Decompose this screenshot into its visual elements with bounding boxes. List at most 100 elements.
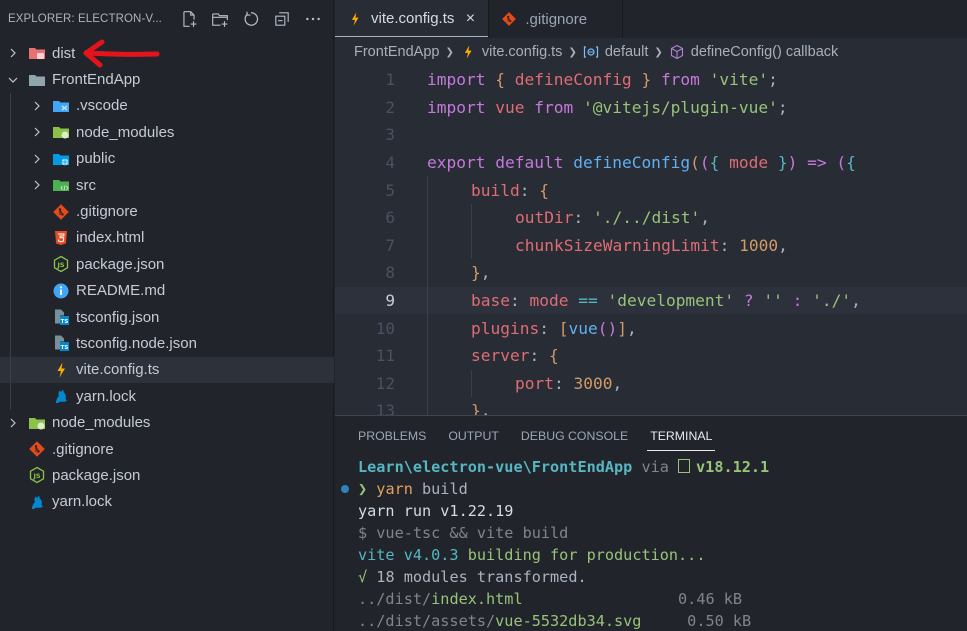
terminal-text: 18 modules transformed. (367, 568, 587, 586)
code-line[interactable]: 12 port: 3000, (335, 369, 967, 398)
tree-file-tsconfig-node-json[interactable]: TS tsconfig.node.json (0, 330, 334, 356)
git-icon (501, 11, 517, 27)
code-line[interactable]: 11 server: { (335, 341, 967, 370)
tree-file-yarn-lock[interactable]: yarn.lock (0, 383, 334, 409)
code-line[interactable]: 1 import { defineConfig } from 'vite'; (335, 66, 967, 94)
code-token: 'development' (607, 291, 735, 311)
code-token: : (573, 208, 593, 228)
chevron-right-icon[interactable] (6, 416, 20, 430)
code-token: ] (617, 318, 627, 338)
tree-folder-dist[interactable]: dist (0, 40, 334, 66)
code-line[interactable]: 9 base: mode == 'development' ? '' : './'… (335, 286, 967, 315)
tree-file-vite-config-ts[interactable]: vite.config.ts (0, 356, 334, 384)
close-tab-icon[interactable]: × (462, 10, 478, 27)
chevron-right-icon[interactable] (30, 178, 44, 192)
tree-folder-frontendapp[interactable]: FrontEndApp (0, 66, 334, 92)
tree-file-yarn-lock[interactable]: yarn.lock (0, 489, 334, 515)
chevron-down-icon[interactable] (6, 73, 20, 87)
code-line[interactable]: 6 outDir: './../dist', (335, 203, 967, 232)
tree-file-gitignore[interactable]: .gitignore (0, 436, 334, 462)
code-line[interactable]: 5 build: { (335, 176, 967, 204)
code-editor[interactable]: 1 import { defineConfig } from 'vite'; 2 im… (335, 66, 967, 425)
tab-gitignore[interactable]: .gitignore (489, 0, 624, 38)
code-text: outDir: './../dist', (395, 208, 710, 227)
code-text: }, (395, 263, 491, 282)
code-line[interactable]: 10 plugins: [vue()], (335, 314, 967, 342)
code-token: from (534, 97, 574, 117)
code-token: ? (743, 291, 754, 311)
indent-guide (427, 231, 428, 260)
terminal-text: via (632, 458, 679, 476)
svg-text:JS: JS (32, 472, 40, 480)
code-line[interactable]: 2 import vue from '@vitejs/plugin-vue'; (335, 94, 967, 122)
tree-file-tsconfig-json[interactable]: TS tsconfig.json (0, 304, 334, 330)
breadcrumb-item-defineconfig-callback[interactable]: defineConfig() callback (669, 44, 838, 60)
breadcrumb-item-default[interactable]: default (583, 44, 648, 60)
panel-tab-terminal[interactable]: TERMINAL (647, 416, 716, 456)
method-cube-icon (669, 44, 685, 60)
tree-file-index-html[interactable]: index.html (0, 225, 334, 251)
new-folder-button[interactable] (204, 8, 235, 30)
folder-dist-icon (28, 44, 46, 62)
terminal-text: 0.50 kB (641, 612, 752, 630)
indent-guide (471, 231, 472, 260)
chevron-right-icon[interactable] (6, 46, 20, 60)
panel-tab-debug-console[interactable]: DEBUG CONSOLE (521, 416, 628, 456)
terminal-text: vite v4.0.3 (358, 546, 459, 564)
new-file-button[interactable] (173, 8, 204, 30)
tree-file-package-json[interactable]: JS package.json (0, 251, 334, 277)
code-token: base (471, 291, 510, 311)
explorer-header: EXPLORER: ELECTRON-V... (0, 0, 333, 38)
terminal-text: 0.46 kB (522, 590, 743, 608)
tree-folder-node-modules[interactable]: node_modules (0, 119, 334, 145)
code-token: from (660, 70, 700, 90)
code-token: './../dist' (592, 208, 701, 228)
terminal-output[interactable]: Learn\electron-vue\FrontEndApp via v18.1… (335, 456, 967, 631)
terminal-line: yarn run v1.22.19 (358, 500, 967, 522)
git-icon (28, 440, 46, 458)
collapse-all-button[interactable] (266, 8, 297, 30)
refresh-button[interactable] (235, 8, 266, 30)
command-status-dot-icon[interactable] (341, 485, 349, 493)
tree-folder-node-modules[interactable]: node_modules (0, 409, 334, 435)
tree-file-readme-md[interactable]: README.md (0, 278, 334, 304)
tree-item-label: README.md (76, 282, 166, 300)
tree-item-label: yarn.lock (76, 387, 137, 405)
code-line[interactable]: 7 chunkSizeWarningLimit: 1000, (335, 231, 967, 260)
code-text: build: { (395, 181, 549, 200)
code-line[interactable]: 4 export default defineConfig(({ mode }) … (335, 149, 967, 177)
line-number: 1 (385, 70, 395, 90)
indent-guide (427, 203, 428, 232)
panel-tab-problems[interactable]: PROBLEMS (358, 416, 426, 456)
tree-file-gitignore[interactable]: .gitignore (0, 198, 334, 224)
terminal-text: index.html (431, 590, 523, 608)
chevron-right-icon: ❯ (654, 46, 663, 58)
code-token: ; (768, 70, 778, 90)
chevron-right-icon[interactable] (30, 152, 44, 166)
breadcrumb-item-vite-config-ts[interactable]: vite.config.ts (460, 44, 562, 60)
tree-folder-public[interactable]: public (0, 146, 334, 172)
code-token: } (777, 153, 788, 173)
more-actions-button[interactable] (297, 8, 328, 30)
panel-tab-output[interactable]: OUTPUT (448, 416, 499, 456)
tree-folder-src[interactable]: src (0, 172, 334, 198)
code-text: import { defineConfig } from 'vite'; (395, 70, 778, 89)
folder-public-icon (52, 150, 70, 168)
code-token: '@vitejs/plugin-vue' (582, 97, 778, 117)
code-line[interactable]: 8}, (335, 259, 967, 287)
code-token: ; (777, 97, 788, 117)
tree-folder-vscode[interactable]: .vscode (0, 93, 334, 119)
chevron-right-icon[interactable] (30, 125, 44, 139)
code-text: export default defineConfig(({ mode }) =… (395, 153, 856, 172)
folder-node-icon (52, 123, 70, 141)
folder-src-icon (52, 176, 70, 194)
breadcrumb-item-frontendapp[interactable]: FrontEndApp (354, 44, 439, 60)
code-token: } (471, 263, 481, 283)
code-token: : (539, 318, 559, 338)
code-token: , (700, 208, 710, 228)
tab-vite-config-ts[interactable]: vite.config.ts × (335, 0, 490, 38)
chevron-right-icon[interactable] (30, 99, 44, 113)
code-line[interactable]: 3 (335, 121, 967, 149)
tree-file-package-json[interactable]: JS package.json (0, 462, 334, 488)
